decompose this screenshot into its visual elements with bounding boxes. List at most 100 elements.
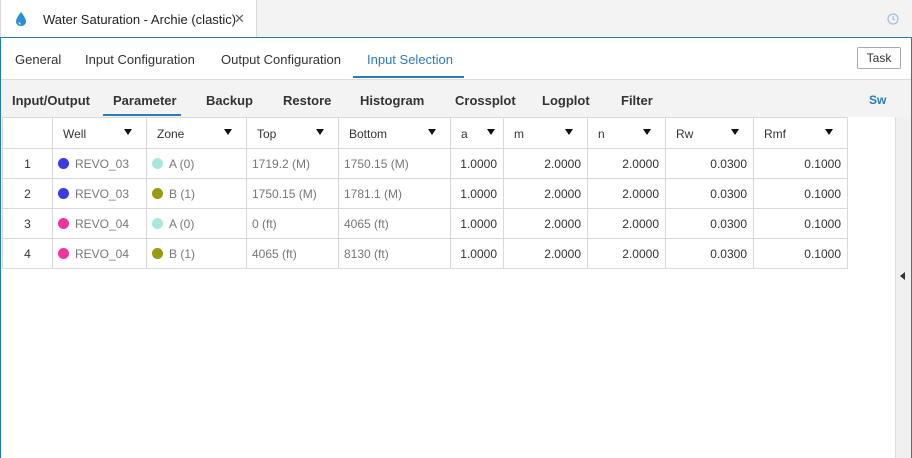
zone-cell[interactable]: A (0)	[146, 148, 247, 179]
header-m[interactable]: m	[503, 117, 588, 149]
rmf-cell[interactable]: 0.1000	[753, 208, 848, 239]
sw-link[interactable]: Sw	[869, 93, 886, 107]
rw-cell[interactable]: 0.0300	[665, 238, 754, 269]
zone-name: A (0)	[169, 216, 195, 231]
zone-color-dot-icon	[152, 248, 163, 259]
well-name: REVO_04	[75, 246, 130, 261]
tab-output-configuration[interactable]: Output Configuration	[221, 52, 341, 67]
side-panel-toggle[interactable]	[895, 117, 911, 458]
rmf-cell[interactable]: 0.1000	[753, 178, 848, 209]
close-icon[interactable]: ✕	[234, 11, 245, 27]
header-well[interactable]: Well	[52, 117, 147, 149]
header-zone[interactable]: Zone	[146, 117, 247, 149]
well-color-dot-icon	[58, 188, 69, 199]
n-cell[interactable]: 2.0000	[587, 178, 666, 209]
m-cell[interactable]: 2.0000	[503, 148, 588, 179]
subtab-input-output[interactable]: Input/Output	[12, 93, 90, 108]
well-name: REVO_03	[75, 186, 130, 201]
sort-down-icon[interactable]	[825, 129, 833, 135]
zone-name: A (0)	[169, 156, 195, 171]
top-cell[interactable]: 4065 (ft)	[246, 238, 339, 269]
well-color-dot-icon	[58, 248, 69, 259]
sort-down-icon[interactable]	[565, 129, 573, 135]
tab-input-selection[interactable]: Input Selection	[367, 52, 453, 67]
well-name: REVO_03	[75, 156, 130, 171]
a-cell[interactable]: 1.0000	[450, 178, 504, 209]
a-cell[interactable]: 1.0000	[450, 208, 504, 239]
top-cell[interactable]: 0 (ft)	[246, 208, 339, 239]
m-cell[interactable]: 2.0000	[503, 238, 588, 269]
well-cell[interactable]: REVO_03	[52, 148, 147, 179]
header-label: Top	[257, 127, 277, 141]
row-index: 3	[2, 208, 53, 239]
table-row[interactable]: 3 REVO_04 A (0) 0 (ft) 4065 (ft) 1.0000 …	[2, 208, 848, 239]
header-label: Bottom	[349, 127, 388, 141]
m-cell[interactable]: 2.0000	[503, 208, 588, 239]
rmf-cell[interactable]: 0.1000	[753, 148, 848, 179]
bottom-cell[interactable]: 8130 (ft)	[338, 238, 451, 269]
n-cell[interactable]: 2.0000	[587, 238, 666, 269]
main-window: General Input Configuration Output Confi…	[0, 37, 912, 458]
sort-down-icon[interactable]	[428, 129, 436, 135]
table-row[interactable]: 1 REVO_03 A (0) 1719.2 (M) 1750.15 (M) 1…	[2, 148, 848, 179]
header-top[interactable]: Top	[246, 117, 339, 149]
sort-down-icon[interactable]	[124, 129, 132, 135]
subtab-restore[interactable]: Restore	[283, 93, 331, 108]
n-cell[interactable]: 2.0000	[587, 148, 666, 179]
a-cell[interactable]: 1.0000	[450, 238, 504, 269]
zone-cell[interactable]: B (1)	[146, 238, 247, 269]
zone-name: B (1)	[169, 246, 196, 261]
top-cell[interactable]: 1750.15 (M)	[246, 178, 339, 209]
a-cell[interactable]: 1.0000	[450, 148, 504, 179]
sort-down-icon[interactable]	[643, 129, 651, 135]
subtab-logplot[interactable]: Logplot	[542, 93, 590, 108]
rmf-cell[interactable]: 0.1000	[753, 238, 848, 269]
m-cell[interactable]: 2.0000	[503, 178, 588, 209]
well-color-dot-icon	[58, 218, 69, 229]
sort-down-icon[interactable]	[316, 129, 324, 135]
sub-tabs: Input/Output Parameter Backup Restore Hi…	[1, 80, 911, 117]
well-color-dot-icon	[58, 158, 69, 169]
header-a[interactable]: a	[450, 117, 504, 149]
zone-name: B (1)	[169, 186, 196, 201]
bottom-cell[interactable]: 1750.15 (M)	[338, 148, 451, 179]
sort-down-icon[interactable]	[487, 129, 495, 135]
sort-down-icon[interactable]	[224, 129, 232, 135]
row-index: 2	[2, 178, 53, 209]
sort-down-icon[interactable]	[731, 129, 739, 135]
n-cell[interactable]: 2.0000	[587, 208, 666, 239]
subtab-parameter[interactable]: Parameter	[113, 93, 177, 108]
rw-cell[interactable]: 0.0300	[665, 148, 754, 179]
subtab-crossplot[interactable]: Crossplot	[455, 93, 516, 108]
subtab-histogram[interactable]: Histogram	[360, 93, 424, 108]
task-button[interactable]: Task	[857, 47, 901, 69]
header-bottom[interactable]: Bottom	[338, 117, 451, 149]
table-row[interactable]: 4 REVO_04 B (1) 4065 (ft) 8130 (ft) 1.00…	[2, 238, 848, 269]
refresh-icon[interactable]	[886, 12, 900, 26]
well-cell[interactable]: REVO_04	[52, 208, 147, 239]
title-bar: Water Saturation - Archie (clastic) ✕	[0, 0, 912, 37]
table-row[interactable]: 2 REVO_03 B (1) 1750.15 (M) 1781.1 (M) 1…	[2, 178, 848, 209]
header-label: a	[461, 127, 468, 141]
bottom-cell[interactable]: 4065 (ft)	[338, 208, 451, 239]
rw-cell[interactable]: 0.0300	[665, 178, 754, 209]
subtab-backup[interactable]: Backup	[206, 93, 253, 108]
zone-color-dot-icon	[152, 188, 163, 199]
tab-general[interactable]: General	[15, 52, 61, 67]
tab-input-configuration[interactable]: Input Configuration	[85, 52, 195, 67]
document-tab[interactable]: Water Saturation - Archie (clastic) ✕	[0, 0, 257, 37]
zone-cell[interactable]: B (1)	[146, 178, 247, 209]
well-cell[interactable]: REVO_04	[52, 238, 147, 269]
subtab-filter[interactable]: Filter	[621, 93, 653, 108]
header-n[interactable]: n	[587, 117, 666, 149]
zone-cell[interactable]: A (0)	[146, 208, 247, 239]
header-rmf[interactable]: Rmf	[753, 117, 848, 149]
well-cell[interactable]: REVO_03	[52, 178, 147, 209]
active-subtab-indicator	[103, 114, 181, 116]
header-rw[interactable]: Rw	[665, 117, 754, 149]
top-cell[interactable]: 1719.2 (M)	[246, 148, 339, 179]
bottom-cell[interactable]: 1781.1 (M)	[338, 178, 451, 209]
header-label: Zone	[157, 127, 185, 141]
collapse-left-icon[interactable]	[900, 272, 905, 280]
rw-cell[interactable]: 0.0300	[665, 208, 754, 239]
